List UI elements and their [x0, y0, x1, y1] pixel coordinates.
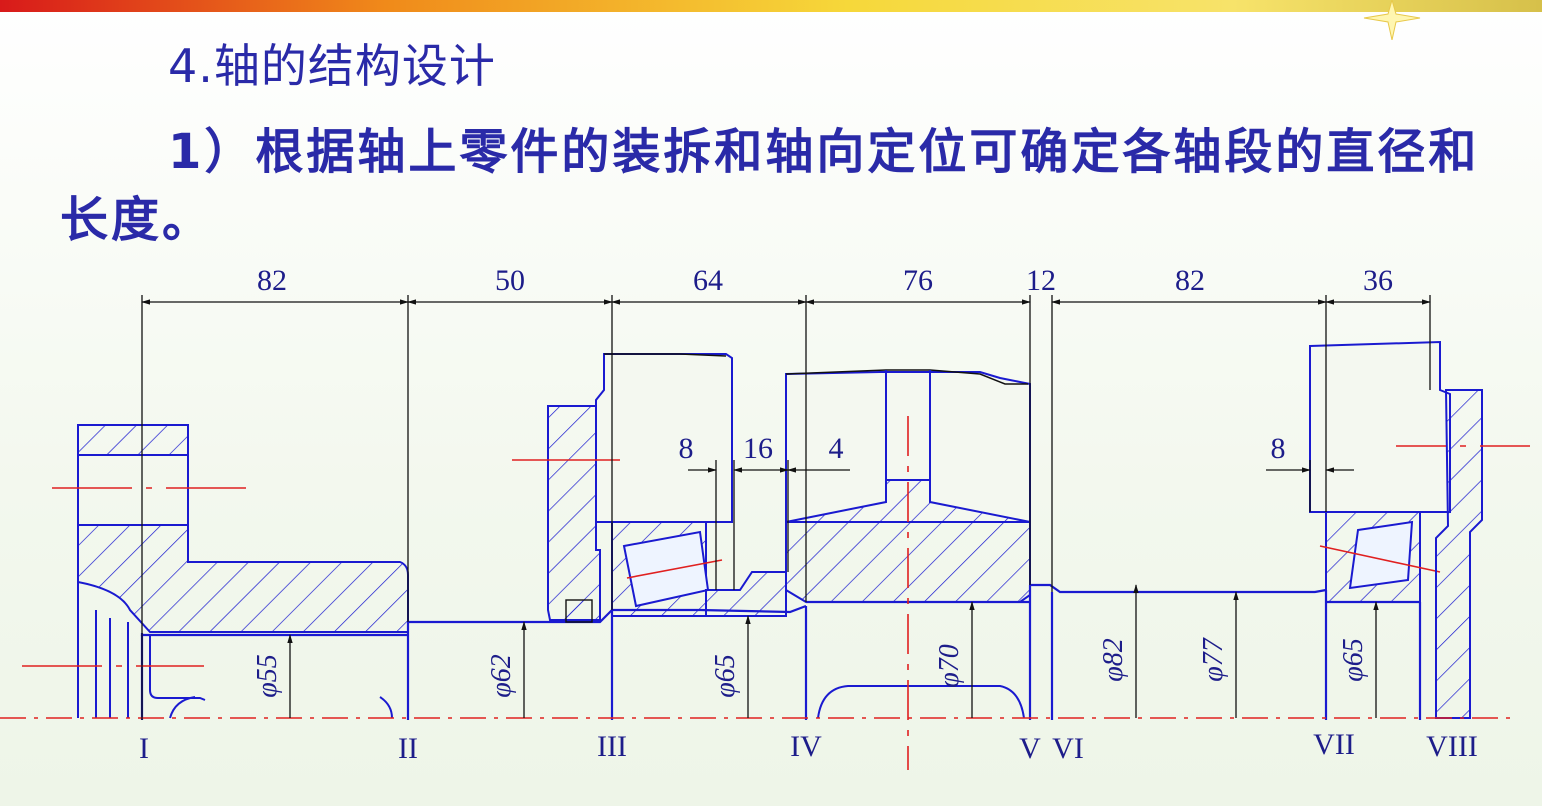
- dim-local-1: 8: [679, 432, 694, 465]
- section-label-7: VII: [1313, 728, 1355, 761]
- shaft-structure-diagram: 82 50 64 76 12 82 36 8 16 4 8 φ55 φ62 φ6…: [0, 264, 1530, 770]
- star-icon: [1363, 0, 1421, 40]
- dim-local-2: 16: [743, 432, 773, 465]
- dim-length-7: 36: [1363, 264, 1393, 297]
- description-paragraph: 1）根据轴上零件的装拆和轴向定位可确定各轴段的直径和长度。: [60, 124, 1480, 248]
- section-heading: 4.轴的结构设计: [168, 39, 496, 93]
- diameter-2: φ62: [486, 654, 517, 698]
- dim-length-5: 12: [1026, 264, 1056, 297]
- section-label-6: VI: [1052, 732, 1084, 765]
- right-bearing-assembly: [1309, 340, 1483, 719]
- section-label-3: III: [597, 730, 627, 763]
- section-label-2: II: [398, 732, 418, 765]
- dim-length-1: 82: [257, 264, 287, 297]
- section-label-5: V: [1019, 732, 1041, 765]
- dim-local-3: 4: [829, 432, 844, 465]
- left-coupling: [77, 424, 409, 719]
- dim-length-2: 50: [495, 264, 525, 297]
- diameter-7: φ65: [1338, 638, 1369, 682]
- dim-length-4: 76: [903, 264, 933, 297]
- diameter-5: φ82: [1098, 638, 1129, 682]
- dim-local-4: 8: [1271, 432, 1286, 465]
- dim-length-3: 64: [693, 264, 723, 297]
- left-bearing-assembly: [547, 353, 787, 623]
- diameter-3: φ65: [710, 654, 741, 698]
- section-label-4: IV: [790, 730, 822, 763]
- diameter-4: φ70: [934, 644, 965, 688]
- diameter-6: φ77: [1198, 637, 1229, 681]
- dim-length-6: 82: [1175, 264, 1205, 297]
- title-banner: [0, 0, 1542, 12]
- diameter-1: φ55: [252, 654, 283, 698]
- section-label-8: VIII: [1426, 730, 1478, 763]
- section-label-1: I: [139, 732, 149, 765]
